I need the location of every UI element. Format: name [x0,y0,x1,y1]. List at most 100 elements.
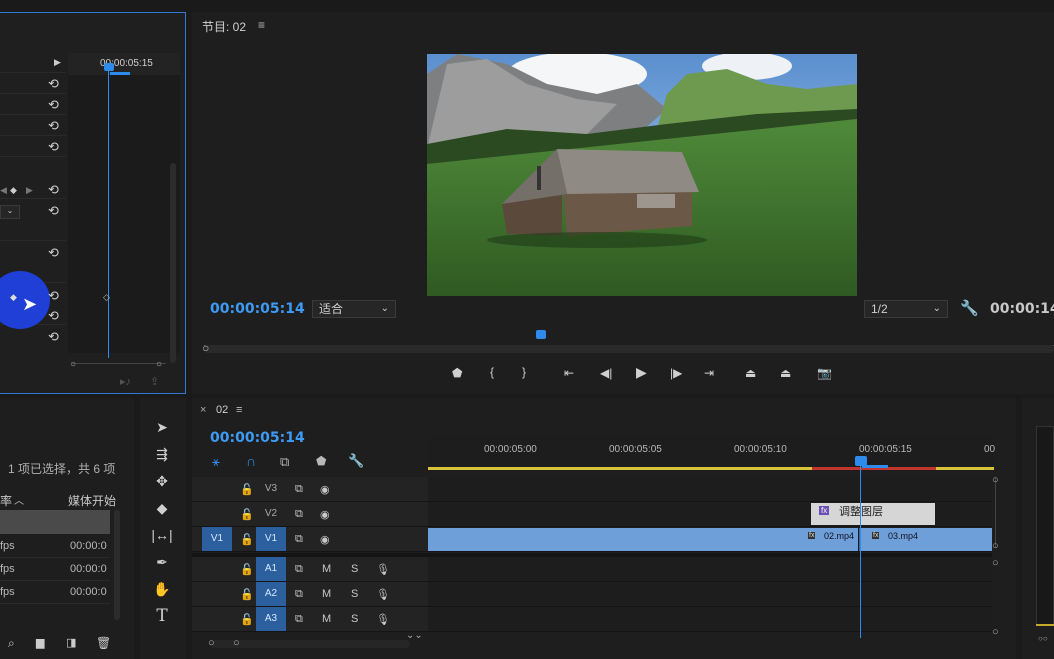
ec-scrollbar[interactable] [170,163,176,363]
add-edit-icon[interactable]: ⧉ [280,454,289,470]
reset-icon[interactable]: ⟲ [48,140,59,154]
solo-button[interactable]: S [351,613,358,625]
ec-timeline[interactable] [68,53,180,353]
program-ruler[interactable] [204,332,1054,346]
track-select-tool-icon[interactable]: ⇶ [150,443,174,465]
reset-icon[interactable]: ⟲ [48,309,59,323]
scroll-handle-icon[interactable]: ○ [992,474,999,486]
ec-zoom-bar[interactable] [72,363,166,371]
solo-dot-icon[interactable]: ○○ [1038,634,1048,643]
razor-tool-icon[interactable]: ◆ [150,497,174,519]
timeline-ruler[interactable]: 00:00:05:00 00:00:05:05 00:00:05:10 00:0… [428,436,995,470]
sync-lock-icon[interactable]: ⧉ [295,533,303,546]
menu-icon[interactable]: ≡ [236,404,242,416]
reset-icon[interactable]: ⟲ [48,289,59,303]
lock-icon[interactable]: 🔓 [240,508,254,521]
microphone-icon[interactable]: 🎙 [376,588,390,601]
reset-icon[interactable]: ⟲ [48,246,59,260]
project-row[interactable]: fps 00:00:0 [0,558,110,581]
solo-button[interactable]: S [351,563,358,575]
search-icon[interactable]: ⌕ [8,636,15,651]
lane-a3[interactable] [428,607,992,632]
track-target-v3[interactable]: V3 [256,477,286,501]
zoom-handle-icon[interactable]: ○ [70,359,76,370]
microphone-icon[interactable]: 🎙 [376,563,390,576]
sync-lock-icon[interactable]: ⧉ [295,613,303,626]
lock-icon[interactable]: 🔓 [240,588,254,601]
program-zoom-bar[interactable] [204,345,1054,353]
lane-a2[interactable] [428,582,992,607]
expand-arrow-icon[interactable]: ▶ [54,57,61,68]
track-header-a2[interactable]: 🔓 A2 ⧉ M S 🎙 [192,582,428,607]
ec-playhead-marker[interactable] [104,63,114,71]
sync-lock-icon[interactable]: ⧉ [295,508,303,521]
wrench-icon[interactable]: 🔧 [960,299,979,317]
mute-button[interactable]: M [322,563,331,575]
eye-icon[interactable]: ◉ [320,533,330,546]
selection-tool-icon[interactable]: ➤ [150,416,174,438]
type-tool-icon[interactable]: T [150,605,174,627]
reset-icon[interactable]: ⟲ [48,183,59,197]
lock-icon[interactable]: 🔓 [240,533,254,546]
eye-icon[interactable]: ◉ [320,508,330,521]
mark-in-icon[interactable]: { [490,365,494,379]
column-rate[interactable]: 率 [0,492,12,509]
step-back-icon[interactable]: ◀| [600,366,612,380]
zoom-handle-icon[interactable]: ○ [208,637,215,649]
scroll-handle-icon[interactable]: ○ [992,557,999,569]
next-keyframe-icon[interactable]: ▶ [26,185,33,196]
track-header-a1[interactable]: 🔓 A1 ⧉ M S 🎙 [192,557,428,582]
lift-icon[interactable]: ⏏ [745,366,756,380]
mark-out-icon[interactable]: } [522,365,526,379]
slip-tool-icon[interactable]: |↔| [150,524,174,546]
reset-icon[interactable]: ⟲ [48,98,59,112]
track-header-v1[interactable]: V1 🔓 V1 ⧉ ◉ [192,527,428,552]
track-target-a2[interactable]: A2 [256,582,286,606]
prev-keyframe-icon[interactable]: ◀ [0,185,7,196]
sync-lock-icon[interactable]: ⧉ [295,563,303,576]
track-target-a3[interactable]: A3 [256,607,286,631]
sequence-tab[interactable]: 02 [216,404,228,416]
mute-button[interactable]: M [322,588,331,600]
track-target-v1[interactable]: V1 [256,527,286,551]
eye-icon[interactable]: ◉ [320,483,330,496]
ripple-edit-tool-icon[interactable]: ✥ [150,470,174,492]
fit-dropdown[interactable]: 适合 ⌄ [312,300,396,318]
close-icon[interactable]: × [200,404,206,416]
project-selected-row[interactable] [0,510,110,534]
chevron-down-icon[interactable]: ⌄⌄ [406,630,423,641]
add-marker-icon[interactable]: ⬟ [452,366,462,380]
track-header-a3[interactable]: 🔓 A3 ⧉ M S 🎙 [192,607,428,632]
scroll-handle-icon[interactable]: ○ [992,540,999,552]
monitor-title[interactable]: 节目: 02 [202,18,246,35]
timeline-v-scrollbar-video[interactable] [995,478,1001,548]
lock-icon[interactable]: 🔓 [240,483,254,496]
microphone-icon[interactable]: 🎙 [376,613,390,626]
program-playhead[interactable] [536,330,546,339]
snap-icon[interactable]: ⚹ [212,454,220,470]
lock-icon[interactable]: 🔓 [240,563,254,576]
new-item-icon[interactable]: ◨ [66,636,76,649]
source-patch-v1[interactable]: V1 [202,527,232,551]
track-target-a1[interactable]: A1 [256,557,286,581]
scroll-handle-icon[interactable]: ○ [992,626,999,638]
add-keyframe-icon[interactable]: ◆ [10,185,17,196]
reset-icon[interactable]: ⟲ [48,330,59,344]
adjustment-layer-clip[interactable]: fx 调整图层 [811,503,935,525]
project-scrollbar[interactable] [114,510,120,620]
menu-icon[interactable]: ≡ [258,18,265,32]
solo-button[interactable]: S [351,588,358,600]
program-current-time[interactable]: 00:00:05:14 [210,301,305,317]
sync-lock-icon[interactable]: ⧉ [295,588,303,601]
go-to-out-icon[interactable]: ⇥ [704,366,714,380]
reset-icon[interactable]: ⟲ [48,119,59,133]
marker-icon[interactable]: ⬟ [316,454,326,468]
lane-a1[interactable] [428,557,992,582]
resolution-dropdown[interactable]: 1/2 ⌄ [864,300,948,318]
project-row[interactable]: fps 00:00:0 [0,535,110,558]
pen-tool-icon[interactable]: ✒ [150,551,174,573]
track-target-v2[interactable]: V2 [256,502,286,526]
track-header-v3[interactable]: 🔓 V3 ⧉ ◉ [192,477,428,502]
export-icon[interactable]: ⇪ [150,375,159,388]
go-to-in-icon[interactable]: ⇤ [564,366,574,380]
